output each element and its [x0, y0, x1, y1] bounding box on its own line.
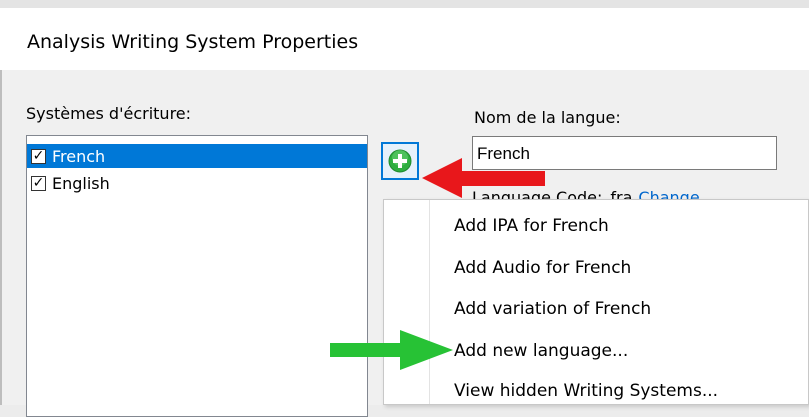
annotation-overlay [330, 158, 545, 370]
green-arrow-icon [330, 330, 453, 370]
red-arrow-icon [422, 158, 545, 198]
